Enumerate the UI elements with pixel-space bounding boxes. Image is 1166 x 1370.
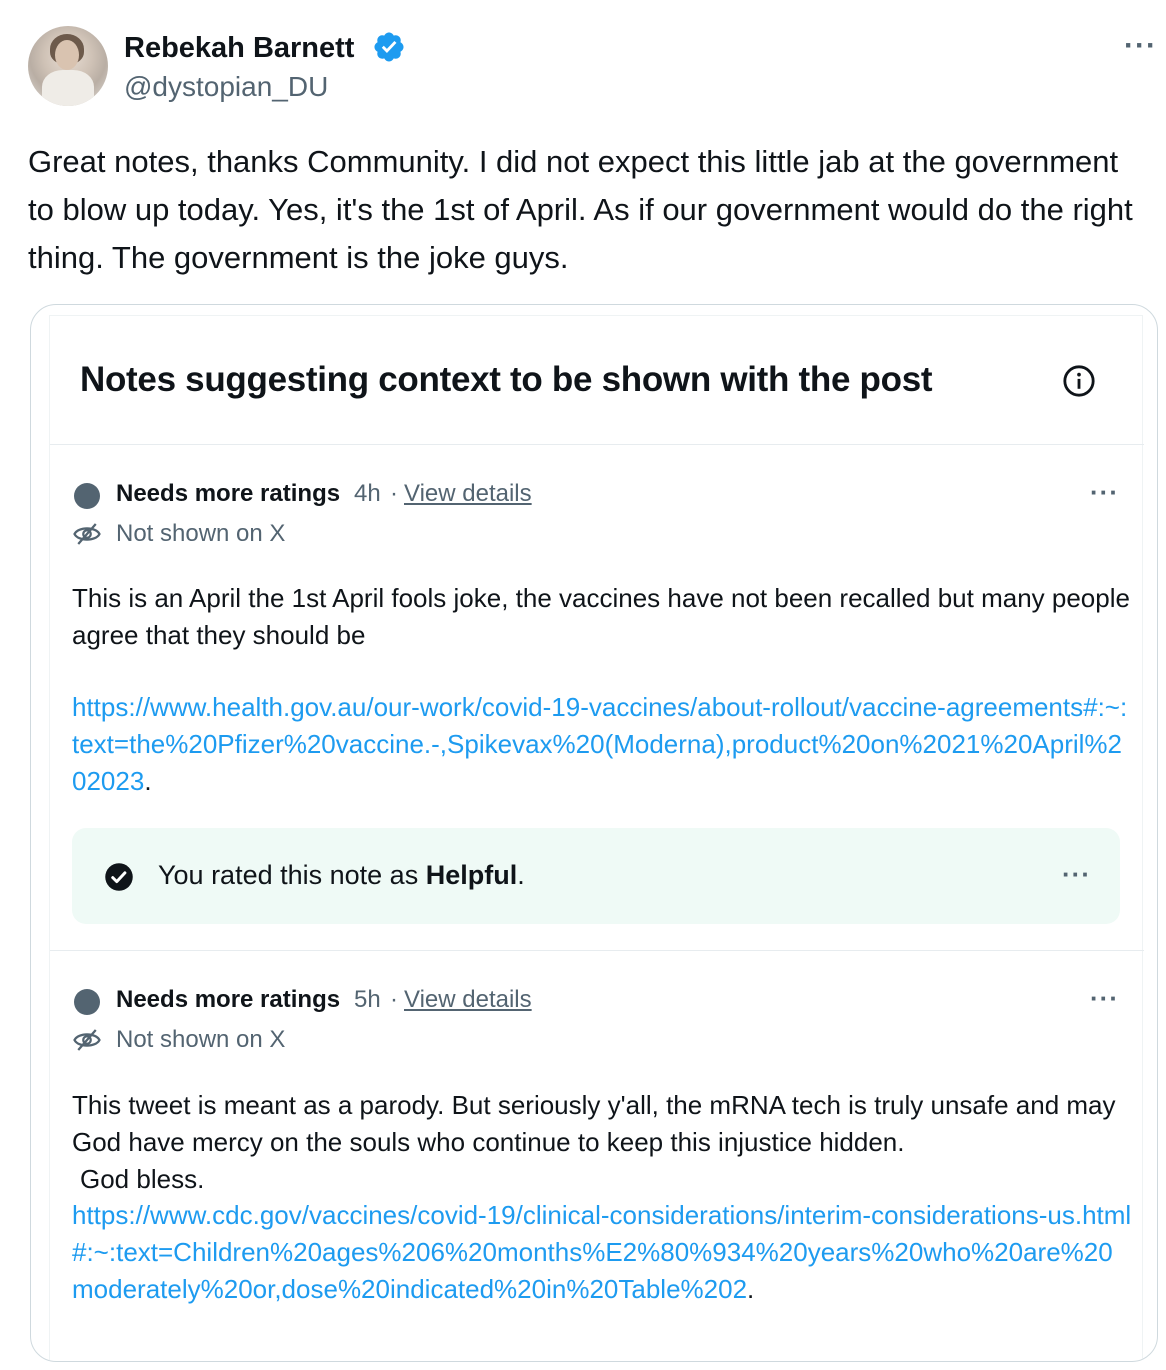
status-dot-icon — [74, 989, 100, 1015]
separator: · — [390, 986, 398, 1013]
avatar[interactable] — [28, 26, 108, 106]
avatar-body — [42, 70, 94, 106]
note-text: This is an April the 1st April fools jok… — [72, 583, 1130, 650]
view-details-link[interactable]: View details — [404, 986, 532, 1014]
rating-prefix: You rated this note as — [158, 860, 426, 890]
note-more-menu[interactable]: ··· — [1090, 479, 1119, 505]
view-details-link[interactable]: View details — [404, 480, 532, 508]
rating-value: Helpful — [425, 860, 518, 890]
rating-text: You rated this note as Helpful. — [158, 860, 525, 891]
post-header: Rebekah Barnett @dystopian_DU ··· — [28, 26, 1156, 108]
note-link-url[interactable]: https://www.health.gov.au/our-work/covid… — [72, 692, 1127, 796]
note-link-url[interactable]: https://www.cdc.gov/vaccines/covid-19/cl… — [72, 1200, 1131, 1304]
status-dot-icon — [74, 483, 100, 509]
note-more-menu[interactable]: ··· — [1090, 985, 1119, 1011]
note-time: 5h — [354, 986, 381, 1013]
link-period: . — [747, 1274, 755, 1304]
author-handle[interactable]: @dystopian_DU — [124, 71, 328, 103]
note-status: Needs more ratings — [116, 986, 341, 1013]
verified-badge-icon — [374, 32, 404, 62]
not-shown-label: Not shown on X — [116, 1026, 286, 1053]
rating-more-menu[interactable]: ··· — [1062, 861, 1091, 887]
rating-banner: You rated this note as Helpful. ··· — [72, 828, 1120, 924]
check-circle-icon — [105, 863, 133, 891]
author-name[interactable]: Rebekah Barnett — [124, 32, 354, 65]
post-text: Great notes, thanks Community. I did not… — [28, 144, 1133, 275]
avatar-face — [55, 40, 79, 70]
notes-card: Notes suggesting context to be shown wit… — [30, 304, 1158, 1362]
note-status: Needs more ratings — [116, 480, 341, 507]
notes-panel: Notes suggesting context to be shown wit… — [49, 315, 1144, 1361]
note-source-link[interactable]: https://www.cdc.gov/vaccines/covid-19/cl… — [72, 1197, 1132, 1308]
not-shown-label: Not shown on X — [116, 520, 286, 547]
note-text-line: This tweet is meant as a parody. But ser… — [72, 1090, 1116, 1157]
note-text: This tweet is meant as a parody. But ser… — [72, 1087, 1132, 1198]
separator: · — [390, 480, 398, 507]
link-period: . — [144, 766, 152, 796]
note-time: 4h — [354, 480, 381, 507]
notes-panel-title: Notes suggesting context to be shown wit… — [80, 360, 933, 399]
rating-suffix: . — [517, 860, 525, 890]
note-text-line: God bless. — [80, 1164, 205, 1194]
eye-slash-icon — [73, 523, 101, 545]
info-icon[interactable] — [1062, 364, 1096, 398]
divider — [50, 444, 1144, 445]
note-source-link[interactable]: https://www.health.gov.au/our-work/covid… — [72, 689, 1132, 800]
post-more-menu[interactable]: ··· — [1124, 31, 1157, 61]
eye-slash-icon — [73, 1029, 101, 1051]
divider — [50, 950, 1144, 951]
